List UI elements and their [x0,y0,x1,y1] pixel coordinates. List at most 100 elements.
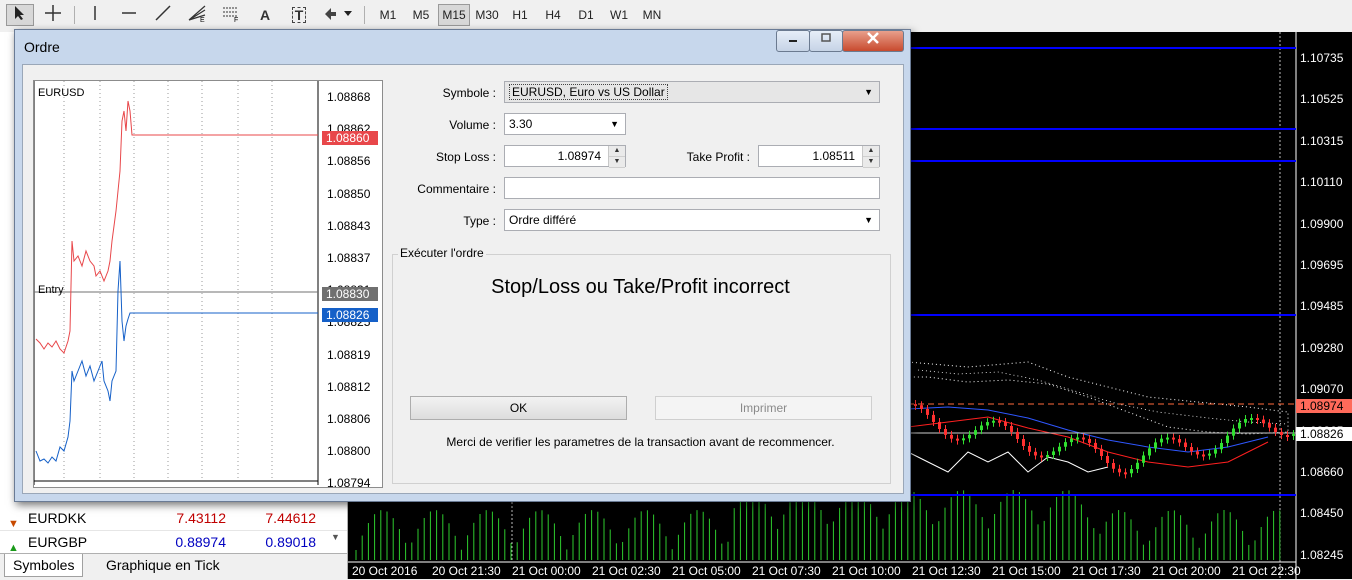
x-axis-label: 21 Oct 05:00 [672,564,741,578]
tick-price-label: 1.08819 [327,347,371,362]
dialog-title: Ordre [24,39,60,55]
y-axis-label: 1.09695 [1300,258,1344,272]
x-axis-label: 21 Oct 07:30 [752,564,821,578]
tick-price-label: 1.08800 [327,444,371,459]
maximize-button[interactable] [809,30,843,52]
stoploss-value: 1.08974 [557,149,601,163]
tick-price-label: 1.08843 [327,218,371,233]
tick-price-label: 1.08868 [327,90,371,104]
y-axis-label: 1.09485 [1300,299,1344,314]
timeframe-m1[interactable]: M1 [372,4,404,26]
timeframe-h1[interactable]: H1 [504,4,536,26]
chevron-down-icon: ▼ [864,215,873,225]
type-select[interactable]: Ordre différé ▼ [504,209,880,231]
timeframe-h4[interactable]: H4 [537,4,569,26]
tick-price-label: 1.08806 [327,412,371,426]
y-axis-label: 1.10315 [1300,133,1344,148]
y-axis-label: 1.09070 [1300,382,1344,397]
x-axis-label: 21 Oct 20:00 [1152,564,1221,578]
svg-text:E: E [200,17,205,22]
current-price-tag: 1.08826 [1296,427,1352,441]
x-axis-label: 21 Oct 10:00 [832,564,901,578]
volume-value: 3.30 [509,117,533,131]
tab-graphique-en-tick[interactable]: Graphique en Tick [98,554,228,576]
comment-field[interactable] [504,177,880,199]
tick-price-label: 1.08794 [327,476,371,491]
y-axis-label: 1.10735 [1300,51,1344,65]
timeframe-mn[interactable]: MN [636,4,668,26]
type-value: Ordre différé [509,213,577,227]
volume-select[interactable]: 3.30 ▼ [504,113,626,135]
tick-price-label: 1.08856 [327,154,371,169]
x-axis-label: 21 Oct 02:30 [592,564,661,578]
chevron-down-icon: ▼ [610,119,619,129]
x-axis-label: 21 Oct 15:00 [992,564,1061,578]
bid-price: 0.88974 [175,534,226,550]
x-axis-label: 21 Oct 00:00 [512,564,581,578]
takeprofit-stepper[interactable]: ▲ ▼ [862,146,879,168]
timeframe-m15[interactable]: M15 [438,4,470,26]
error-message: Stop/Loss ou Take/Profit incorrect [491,276,790,298]
symbol-label: Symbole : [442,86,496,100]
tab-symboles[interactable]: Symboles [4,554,84,577]
stoploss-stepper[interactable]: ▲ ▼ [608,146,625,168]
chevron-down-icon: ▼ [864,87,873,97]
symbol-value: EURUSD, Euro vs US Dollar [509,84,668,100]
market-watch-tabs: Symboles Graphique en Tick [0,553,347,580]
x-axis-label: 20 Oct 2016 [352,564,418,578]
vertical-line-icon[interactable] [82,4,108,26]
tick-price-label: 1.08850 [327,186,371,201]
y-axis-label: 1.10110 [1300,175,1343,190]
y-axis-label: 1.09900 [1300,216,1344,231]
horizontal-line-icon[interactable] [116,4,142,26]
text-box-letter: T [291,7,307,23]
y-axis-label: 1.08660 [1300,465,1344,479]
fibonacci-fan-icon[interactable]: E [184,4,210,26]
comment-label: Commentaire : [417,182,496,196]
takeprofit-label: Take Profit : [686,150,750,164]
entry-label: Entry [38,284,64,296]
takeprofit-value: 1.08511 [812,149,856,163]
y-axis-label: 1.08450 [1300,506,1344,521]
fibonacci-icon[interactable]: F [218,4,244,26]
ask-price-tag: 1.08860 [322,131,378,145]
y-axis-label: 1.10525 [1300,92,1344,107]
list-item[interactable]: ▼ EURDKK 7.43112 7.44612 [0,506,347,531]
cursor-icon[interactable] [6,4,34,26]
bid-price: 7.43112 [176,510,226,526]
entry-price-tag: 1.08830 [322,287,378,301]
list-item[interactable]: ▲ EURGBP 0.88974 0.89018 [0,530,347,555]
timeframe-w1[interactable]: W1 [603,4,635,26]
arrow-shapes-icon[interactable] [320,4,356,26]
ok-button[interactable]: OK [410,396,627,420]
ask-price: 7.44612 [265,510,316,526]
x-axis-label: 20 Oct 21:30 [432,564,501,578]
ask-price: 0.89018 [265,534,316,550]
timeframe-m30[interactable]: M30 [471,4,503,26]
y-axis-label: 1.08245 [1300,547,1344,562]
symbol-name: EURGBP [28,534,88,550]
stoploss-label: Stop Loss : [435,150,496,164]
trendline-icon[interactable] [150,4,176,26]
svg-text:F: F [234,17,238,22]
crosshair-icon[interactable] [40,4,66,26]
hint-text: Merci de verifier les parametres de la t… [446,435,835,449]
close-button[interactable] [842,30,904,52]
bid-price-tag: 1.08826 [322,308,378,322]
print-button[interactable]: Imprimer [655,396,872,420]
x-axis-label: 21 Oct 22:30 [1232,564,1301,578]
type-label: Type : [463,214,496,228]
timeframe-m5[interactable]: M5 [405,4,437,26]
tick-chart-symbol: EURUSD [38,87,85,99]
execute-group-label: Exécuter l'ordre [398,246,486,260]
text-box-icon[interactable]: T [286,4,312,26]
timeframe-d1[interactable]: D1 [570,4,602,26]
tick-price-label: 1.08812 [327,379,371,394]
x-axis-label: 21 Oct 12:30 [912,564,981,578]
text-label-icon[interactable]: A [252,4,278,26]
volume-label: Volume : [449,118,496,132]
scroll-down-icon[interactable]: ▼ [331,532,340,542]
symbol-select[interactable]: EURUSD, Euro vs US Dollar ▼ [504,81,880,103]
y-axis-label: 1.09280 [1300,340,1344,355]
minimize-button[interactable] [776,30,810,52]
